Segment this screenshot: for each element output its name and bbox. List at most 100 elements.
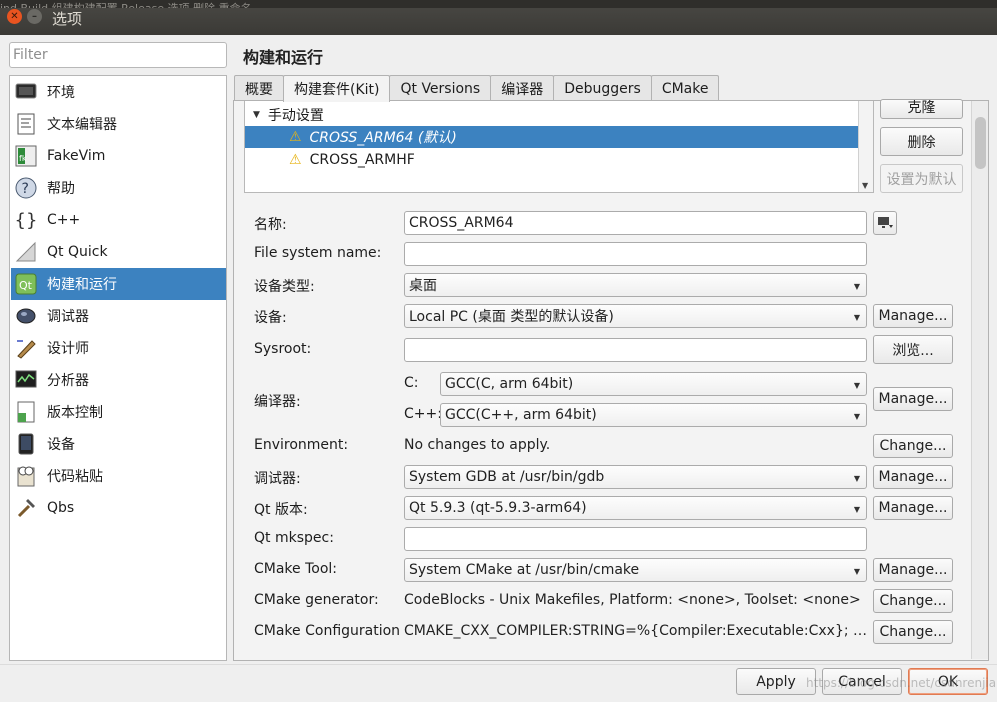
tab-compilers[interactable]: 编译器 [490,75,555,101]
sidebar-item-fakevim[interactable]: fk FakeVim [11,140,226,172]
svg-text:fk: fk [19,154,27,163]
filter-input[interactable] [9,42,227,68]
sidebar-item-label: FakeVim [47,148,106,164]
chevron-down-icon: ▼ [853,567,860,576]
sidebar-item-debugger[interactable]: 调试器 [11,300,226,332]
sidebar-item-build-run[interactable]: Qt 构建和运行 [11,268,226,300]
cmake-generator-change-button[interactable]: Change... [873,589,953,613]
sidebar-item-label: 设计师 [47,341,89,357]
sidebar-item-label: 设备 [47,437,75,453]
warning-icon: ⚠ [289,152,302,168]
cmake-configuration-label: CMake Configuration [254,623,401,639]
designer-icon [14,336,38,360]
kit-item-cross-armhf[interactable]: ⚠ CROSS_ARMHF [245,149,859,171]
sidebar-item-label: Qt Quick [47,244,108,260]
sidebar-item-qt-quick[interactable]: Qt Quick [11,236,226,268]
fs-name-field[interactable] [404,242,867,266]
environment-value: No changes to apply. [404,437,551,453]
c-compiler-label: C: [404,375,419,391]
debugger-select[interactable]: System GDB at /usr/bin/gdb ▼ [404,465,867,489]
tab-bar: 概要 构建套件(Kit) Qt Versions 编译器 Debuggers C… [234,75,720,102]
sidebar-item-qbs[interactable]: Qbs [11,492,226,524]
debugger-label: 调试器: [254,471,301,487]
tab-cmake[interactable]: CMake [650,75,720,101]
cmake-configuration-change-button[interactable]: Change... [873,620,953,644]
chevron-down-icon: ▼ [853,282,860,291]
monitor-icon [14,80,38,104]
hammer-icon [14,496,38,520]
qt-version-label: Qt 版本: [254,502,308,518]
kit-tree: ▼ 手动设置 ⚠ CROSS_ARM64 (默认) ⚠ CROSS_ARMHF … [244,101,874,193]
tab-debuggers[interactable]: Debuggers [553,75,652,101]
minimize-icon[interactable]: – [27,9,42,24]
device-type-select[interactable]: 桌面 ▼ [404,273,867,297]
tab-overview[interactable]: 概要 [234,75,284,101]
delete-button[interactable]: 删除 [880,127,963,156]
sidebar-item-designer[interactable]: 设计师 [11,332,226,364]
sysroot-browse-button[interactable]: 浏览... [873,335,953,364]
sidebar-item-devices[interactable]: 设备 [11,428,226,460]
cxx-compiler-value: GCC(C++, arm 64bit) [445,407,597,423]
kit-tree-scrollbar[interactable]: ▼ [858,101,873,192]
scrollbar-thumb[interactable] [975,117,986,169]
apply-button[interactable]: Apply [736,668,816,695]
sidebar-item-label: C++ [47,212,81,228]
cmake-tool-select[interactable]: System CMake at /usr/bin/cmake ▼ [404,558,867,582]
sysroot-field[interactable] [404,338,867,362]
close-icon[interactable]: ✕ [7,9,22,24]
version-control-icon [14,400,38,424]
kit-item-label: CROSS_ARM64 (默认) [309,130,457,146]
chevron-down-icon: ▼ [853,381,860,390]
debugger-manage-button[interactable]: Manage... [873,465,953,489]
tree-group-manual[interactable]: ▼ 手动设置 [245,104,859,126]
clone-button[interactable]: 克隆 [880,99,963,119]
sidebar-item-label: 版本控制 [47,405,103,421]
device-manage-button[interactable]: Manage... [873,304,953,328]
watermark: https://blog.csdn.net/csdnrenjian [806,676,997,690]
sidebar-item-label: 代码粘贴 [47,469,103,485]
qt-build-icon: Qt [14,272,38,296]
sidebar-item-environment[interactable]: 环境 [11,76,226,108]
background-window-strip: ind Build 组建构建配置 Release 选项 删除 重命名 [0,0,997,8]
title-bar: ind Build 组建构建配置 Release 选项 删除 重命名 ✕ – 选… [0,0,997,35]
tab-qt-versions[interactable]: Qt Versions [389,75,492,101]
expand-arrow-icon[interactable]: ▼ [253,110,260,120]
panel-scrollbar[interactable] [971,101,988,659]
text-editor-icon [14,112,38,136]
fakevim-icon: fk [14,144,38,168]
scroll-down-icon[interactable]: ▼ [862,181,868,190]
sidebar-item-text-editor[interactable]: 文本编辑器 [11,108,226,140]
help-icon: ? [14,176,38,200]
tab-kits[interactable]: 构建套件(Kit) [283,75,391,102]
sidebar-item-analyzer[interactable]: 分析器 [11,364,226,396]
cmake-tool-manage-button[interactable]: Manage... [873,558,953,582]
qt-version-select[interactable]: Qt 5.9.3 (qt-5.9.3-arm64) ▼ [404,496,867,520]
code-paste-icon [14,464,38,488]
kit-item-cross-arm64[interactable]: ⚠ CROSS_ARM64 (默认) [245,126,859,148]
warning-icon: ⚠ [289,129,302,145]
device-type-value: 桌面 [409,278,437,294]
kit-icon-button[interactable] [873,211,897,235]
cxx-compiler-label: C++: [404,406,442,422]
chevron-down-icon: ▼ [853,412,860,421]
cmake-tool-value: System CMake at /usr/bin/cmake [409,562,640,578]
chevron-down-icon: ▼ [853,313,860,322]
name-field[interactable]: CROSS_ARM64 [404,211,867,235]
cmake-configuration-value: CMAKE_CXX_COMPILER:STRING=%{Compiler:Exe… [404,623,869,639]
category-sidebar: 环境 文本编辑器 fk FakeVim ? 帮助 {} C++ Qt Quick… [9,75,227,661]
sidebar-item-help[interactable]: ? 帮助 [11,172,226,204]
analyzer-icon [14,368,38,392]
sysroot-label: Sysroot: [254,341,312,357]
qt-mkspec-label: Qt mkspec: [254,530,334,546]
make-default-button[interactable]: 设置为默认 [880,164,963,193]
sidebar-item-version-control[interactable]: 版本控制 [11,396,226,428]
sidebar-item-code-paste[interactable]: 代码粘贴 [11,460,226,492]
qt-version-manage-button[interactable]: Manage... [873,496,953,520]
environment-change-button[interactable]: Change... [873,434,953,458]
sidebar-item-cpp[interactable]: {} C++ [11,204,226,236]
c-compiler-select[interactable]: GCC(C, arm 64bit) ▼ [440,372,867,396]
device-select[interactable]: Local PC (桌面 类型的默认设备) ▼ [404,304,867,328]
compiler-manage-button[interactable]: Manage... [873,387,953,411]
cxx-compiler-select[interactable]: GCC(C++, arm 64bit) ▼ [440,403,867,427]
qt-mkspec-field[interactable] [404,527,867,551]
